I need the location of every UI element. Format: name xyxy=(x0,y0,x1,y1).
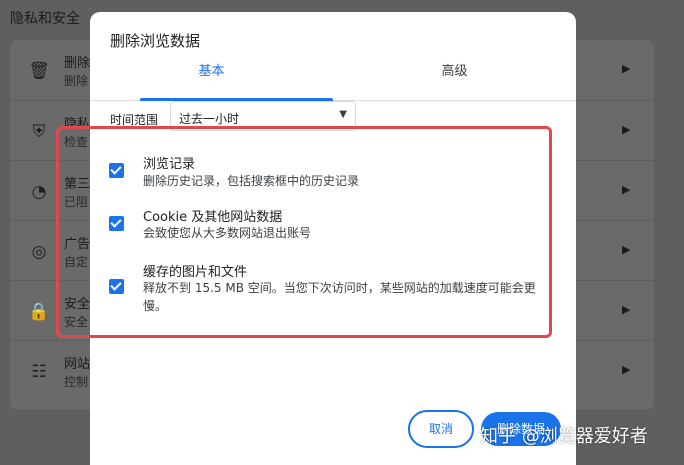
row-desc: 控制 xyxy=(64,375,89,389)
option-history-title: 浏览记录 xyxy=(143,157,196,172)
site-settings-icon: ☷ xyxy=(31,362,47,382)
tab-basic[interactable]: 基本 xyxy=(90,60,333,101)
chevron-right-icon: ▶ xyxy=(622,363,631,376)
option-history-desc: 删除历史记录，包括搜索框中的历史记录 xyxy=(143,174,360,188)
tab-bar: 基本 高级 xyxy=(90,60,576,101)
tab-advanced-label: 高级 xyxy=(441,64,468,79)
checkbox-cookies[interactable] xyxy=(109,216,124,231)
shield-icon: ⛨ xyxy=(32,122,46,142)
ads-icon: ◎ xyxy=(31,242,47,262)
cookie-icon: ◔ xyxy=(31,182,47,202)
checkbox-history[interactable] xyxy=(109,163,124,178)
option-cache-desc: 释放不到 15.5 MB 空间。当您下次访问时，某些网站的加载速度可能会更慢。 xyxy=(143,281,536,313)
row-title: 删除 xyxy=(64,56,91,71)
option-cache-title: 缓存的图片和文件 xyxy=(143,265,248,280)
chevron-right-icon: ▶ xyxy=(622,183,631,196)
cancel-button[interactable]: 取消 xyxy=(408,410,474,448)
tab-advanced[interactable]: 高级 xyxy=(333,60,576,100)
dialog-title: 删除浏览数据 xyxy=(110,32,201,50)
dropdown-caret-icon: ▼ xyxy=(339,109,347,120)
row-desc: 删除 xyxy=(64,74,89,88)
chevron-right-icon: ▶ xyxy=(622,303,631,316)
row-title: 网站 xyxy=(64,357,91,372)
tab-basic-label: 基本 xyxy=(198,64,225,79)
watermark-text: 知乎 @浏览器爱好者 xyxy=(480,426,648,447)
privacy-section-title: 隐私和安全 xyxy=(10,11,80,27)
chevron-right-icon: ▶ xyxy=(622,123,631,136)
option-cookies-desc: 会致使您从大多数网站退出账号 xyxy=(143,226,312,240)
chevron-right-icon: ▶ xyxy=(622,243,631,256)
checkbox-cache[interactable] xyxy=(109,279,124,294)
chevron-right-icon: ▶ xyxy=(622,62,631,75)
trash-icon: 🗑 xyxy=(28,61,50,81)
option-cookies-title: Cookie 及其他网站数据 xyxy=(143,210,283,225)
lock-icon: 🔒 xyxy=(28,302,50,322)
time-range-value: 过去一小时 xyxy=(179,112,240,126)
